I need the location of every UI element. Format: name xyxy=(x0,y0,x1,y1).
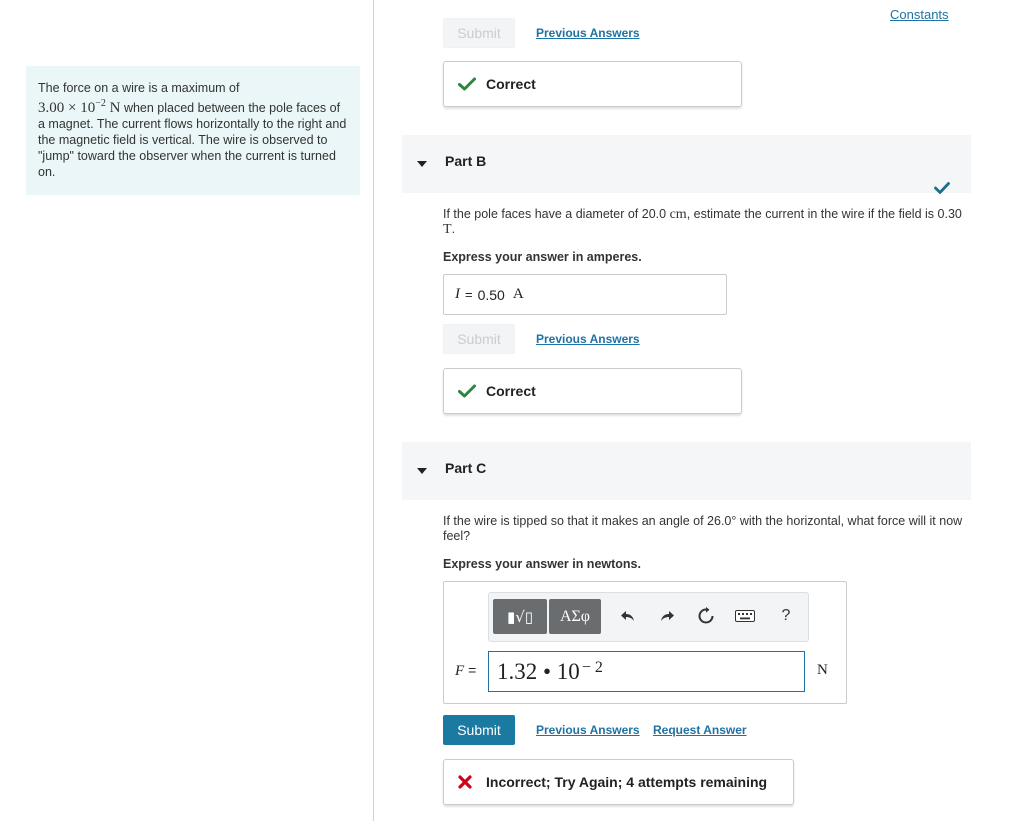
part-a-feedback-text: Correct xyxy=(486,76,536,92)
part-b-submit-button[interactable]: Submit xyxy=(443,324,515,354)
part-c-answer-label: F = xyxy=(455,662,476,680)
part-c-header[interactable]: Part C xyxy=(402,442,971,500)
part-b-instruction: Express your answer in amperes. xyxy=(443,250,642,264)
part-c-answer-unit: N xyxy=(817,662,828,678)
part-c-question: If the wire is tipped so that it makes a… xyxy=(443,514,963,543)
part-c-request-answer-link[interactable]: Request Answer xyxy=(653,723,747,737)
part-a-submit-button[interactable]: Submit xyxy=(443,18,515,48)
part-c-feedback: Incorrect; Try Again; 4 attempts remaini… xyxy=(443,759,794,805)
part-b-answer-unit: A xyxy=(512,286,524,302)
templates-button[interactable]: ▮√▯ xyxy=(493,599,547,634)
reset-icon[interactable] xyxy=(691,601,721,631)
part-c-previous-answers-link[interactable]: Previous Answers xyxy=(536,723,640,737)
math-toolbar: ▮√▯ ΑΣφ ? xyxy=(488,592,809,642)
part-b-feedback-text: Correct xyxy=(486,383,536,399)
part-b-header[interactable]: Part B xyxy=(402,135,971,193)
part-b-feedback: Correct xyxy=(443,368,742,414)
part-c-title: Part C xyxy=(445,460,487,476)
part-c-submit-button[interactable]: Submit xyxy=(443,715,515,745)
keyboard-icon[interactable] xyxy=(730,601,760,631)
part-c-feedback-text: Incorrect; Try Again; 4 attempts remaini… xyxy=(486,774,768,790)
undo-icon[interactable] xyxy=(613,601,643,631)
redo-icon[interactable] xyxy=(652,601,682,631)
part-b-equals: = xyxy=(465,287,473,302)
part-c-instruction: Express your answer in newtons. xyxy=(443,557,641,571)
constants-link[interactable]: Constants xyxy=(890,7,949,22)
part-b-title: Part B xyxy=(445,153,487,169)
part-c-answer-variable: F xyxy=(455,663,465,679)
help-button[interactable]: ? xyxy=(771,601,801,631)
intro-text-before: The force on a wire is a maximum of xyxy=(38,81,240,95)
part-a-feedback: Correct xyxy=(443,61,742,107)
part-a-previous-answers-link[interactable]: Previous Answers xyxy=(536,26,640,40)
part-c-answer-mantissa: 1.32 • 10 xyxy=(497,658,580,684)
part-c-equals: = xyxy=(468,662,477,678)
caret-down-icon xyxy=(417,161,427,167)
check-icon xyxy=(458,384,480,398)
intro-force-value: 3.00 × 10−2 N xyxy=(38,98,121,116)
part-c-answer-exponent: − 2 xyxy=(581,658,603,676)
symbols-button[interactable]: ΑΣφ xyxy=(549,599,601,634)
part-b-answer-value: 0.50 xyxy=(477,286,505,303)
problem-intro: The force on a wire is a maximum of 3.00… xyxy=(26,66,360,195)
part-b-previous-answers-link[interactable]: Previous Answers xyxy=(536,332,640,346)
part-b-answer-field[interactable]: I = 0.50 A xyxy=(443,274,727,315)
caret-down-icon xyxy=(417,468,427,474)
part-b-answer-variable: I xyxy=(455,286,460,302)
part-b-question: If the pole faces have a diameter of 20.… xyxy=(443,207,962,237)
part-b-complete-check-icon xyxy=(934,181,950,199)
part-c-answer-input[interactable]: 1.32 • 10− 2 xyxy=(488,651,805,692)
intro-force-exponent: −2 xyxy=(95,98,106,109)
x-icon xyxy=(458,775,480,789)
check-icon xyxy=(458,77,480,91)
